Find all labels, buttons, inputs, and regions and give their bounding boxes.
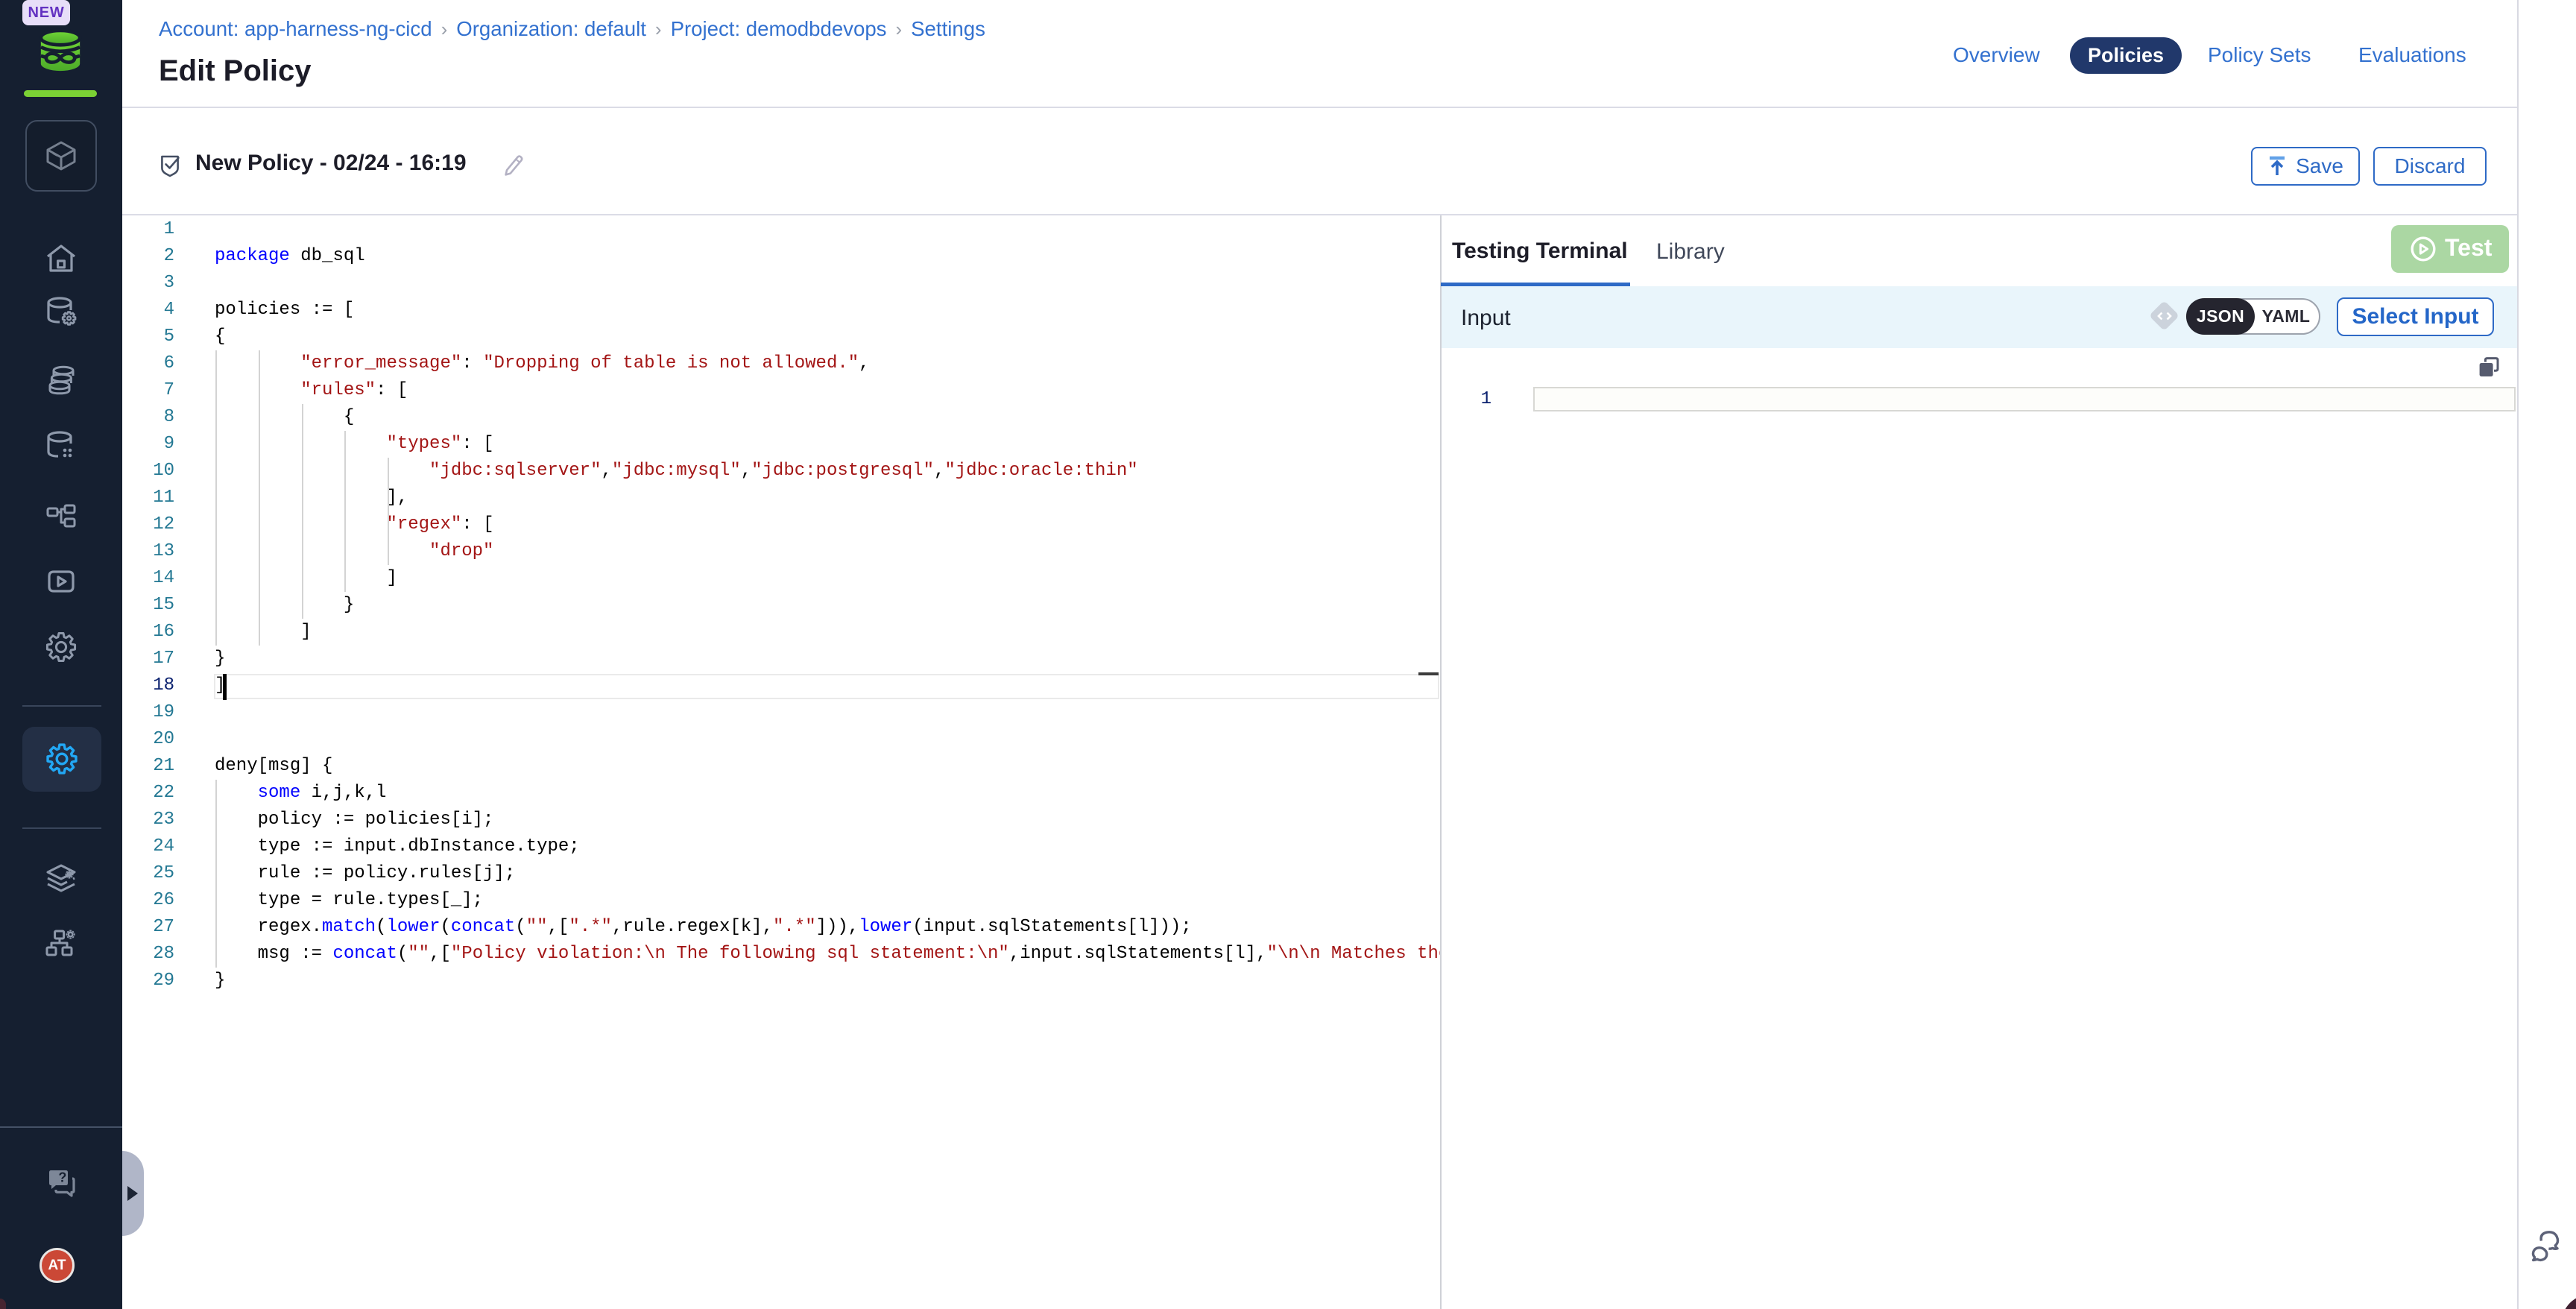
svg-text:?: ? (58, 1170, 66, 1185)
